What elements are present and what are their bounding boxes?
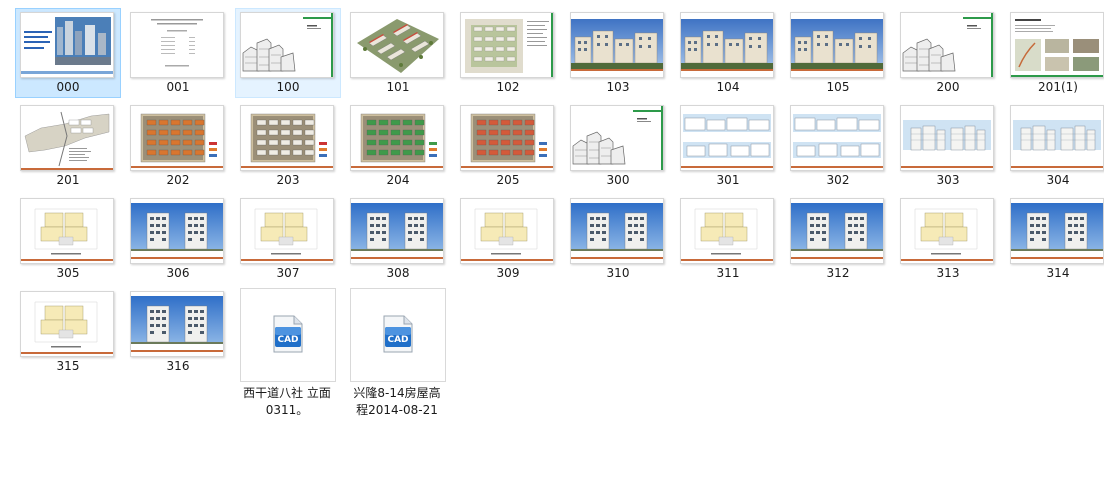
file-thumbnail[interactable] <box>900 12 994 78</box>
file-name-label: 300 <box>606 173 630 187</box>
file-thumbnail[interactable] <box>130 291 224 357</box>
file-thumbnail[interactable] <box>1010 198 1104 264</box>
file-thumbnail[interactable] <box>460 198 554 264</box>
file-name-label: 310 <box>606 266 630 280</box>
file-name-label: 309 <box>496 266 520 280</box>
file-thumbnail[interactable] <box>570 198 664 264</box>
file-thumbnail[interactable]: CAD <box>350 288 446 382</box>
file-name-line1: 西干道八社 立面 <box>243 386 331 400</box>
file-thumbnail[interactable] <box>900 105 994 171</box>
file-name-label: 313 <box>936 266 960 280</box>
file-name-label: 303 <box>936 173 960 187</box>
file-thumbnail[interactable] <box>680 198 774 264</box>
file-name-label: 西干道八社 立面 0311。 <box>240 385 334 419</box>
file-thumbnail[interactable] <box>240 12 334 78</box>
file-thumbnail[interactable] <box>20 291 114 357</box>
file-thumbnail[interactable] <box>790 105 884 171</box>
file-name-label: 308 <box>386 266 410 280</box>
file-thumbnail[interactable] <box>350 198 444 264</box>
file-name-label: 101 <box>386 80 410 94</box>
cad-file-icon: CAD <box>383 315 413 353</box>
file-name-label: 000 <box>56 80 80 94</box>
file-name-label: 103 <box>606 80 630 94</box>
file-thumbnail[interactable] <box>570 105 664 171</box>
file-thumbnail[interactable] <box>680 12 774 78</box>
file-thumbnail[interactable] <box>790 12 884 78</box>
file-thumbnail[interactable] <box>20 105 114 171</box>
file-name-label: 314 <box>1046 266 1070 280</box>
file-thumbnail[interactable] <box>460 12 554 78</box>
file-thumbnail[interactable] <box>790 198 884 264</box>
file-name-label: 312 <box>826 266 850 280</box>
file-name-label: 305 <box>56 266 80 280</box>
file-name-label: 311 <box>716 266 740 280</box>
file-name-label: 202 <box>166 173 190 187</box>
file-thumbnail[interactable] <box>130 198 224 264</box>
file-name-label: 306 <box>166 266 190 280</box>
file-name-label: 105 <box>826 80 850 94</box>
file-thumbnail[interactable] <box>350 105 444 171</box>
file-thumbnail[interactable] <box>130 105 224 171</box>
file-thumbnail[interactable] <box>240 198 334 264</box>
file-thumbnail[interactable]: CAD <box>240 288 336 382</box>
file-thumbnail[interactable] <box>350 12 444 78</box>
file-name-label: 102 <box>496 80 520 94</box>
file-name-label: 兴隆8-14房屋高 程2014-08-21 <box>350 385 444 419</box>
file-name-label: 104 <box>716 80 740 94</box>
file-thumbnail[interactable] <box>1010 105 1104 171</box>
file-thumbnail[interactable] <box>20 198 114 264</box>
file-thumbnail[interactable] <box>680 105 774 171</box>
file-thumbnail[interactable] <box>460 105 554 171</box>
file-name-label: 315 <box>56 359 80 373</box>
file-name-label: 203 <box>276 173 300 187</box>
file-name-label: 201 <box>56 173 80 187</box>
file-name-label: 307 <box>276 266 300 280</box>
file-name-label: 316 <box>166 359 190 373</box>
file-name-label: 205 <box>496 173 520 187</box>
file-name-label: 204 <box>386 173 410 187</box>
file-thumbnail[interactable] <box>900 198 994 264</box>
file-name-label: 302 <box>826 173 850 187</box>
svg-text:CAD: CAD <box>387 335 408 345</box>
file-thumbnail[interactable] <box>1010 12 1104 78</box>
file-name-line2: 0311。 <box>265 403 309 417</box>
file-thumbnail[interactable] <box>20 12 114 78</box>
svg-text:CAD: CAD <box>277 335 298 345</box>
file-thumbnail[interactable] <box>240 105 334 171</box>
file-name-label: 001 <box>166 80 190 94</box>
file-name-line2: 程2014-08-21 <box>356 403 438 417</box>
file-name-label: 201(1) <box>1038 80 1078 94</box>
cad-file-icon: CAD <box>273 315 303 353</box>
file-thumbnail[interactable] <box>570 12 664 78</box>
file-thumbnail[interactable] <box>130 12 224 78</box>
file-name-label: 100 <box>276 80 300 94</box>
file-name-label: 301 <box>716 173 740 187</box>
file-name-line1: 兴隆8-14房屋高 <box>353 386 441 400</box>
file-name-label: 304 <box>1046 173 1070 187</box>
file-name-label: 200 <box>936 80 960 94</box>
